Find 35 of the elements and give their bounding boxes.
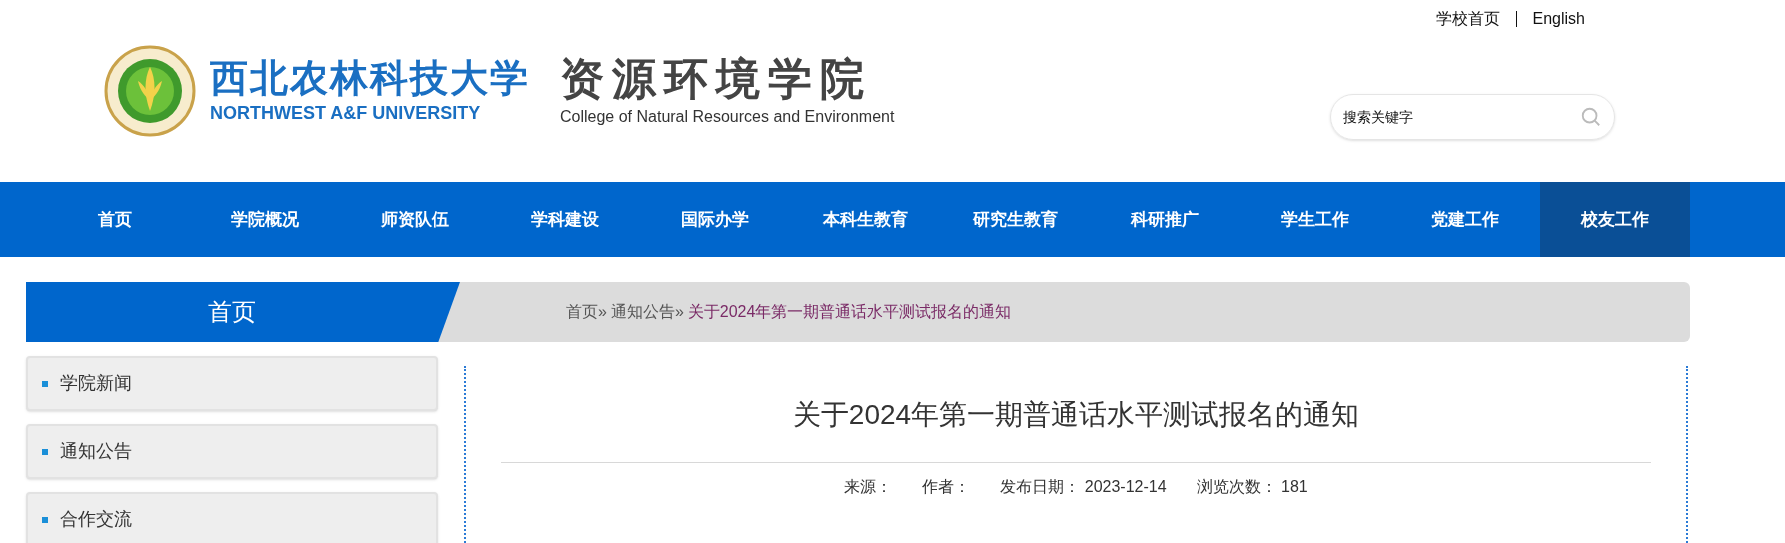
bullet-icon — [42, 380, 48, 387]
section-title-banner: 首页 — [26, 282, 460, 342]
nav-tab[interactable]: 本科生教育 — [790, 182, 940, 257]
bullet-icon — [42, 516, 48, 523]
nav-tab[interactable]: 学科建设 — [490, 182, 640, 257]
article-meta: 来源： — [844, 477, 893, 497]
sidebar-item[interactable]: 合作交流 — [26, 492, 438, 543]
breadcrumb-current[interactable]: 关于2024年第一期普通话水平测试报名的通知 — [687, 300, 1012, 324]
search-icon[interactable] — [1580, 106, 1603, 128]
nav-tab[interactable]: 科研推广 — [1090, 182, 1240, 257]
sidebar-item[interactable]: 学院新闻 — [26, 356, 438, 411]
nav-tab[interactable]: 师资队伍 — [340, 182, 490, 257]
college-chinese-name: 资源环境学院 — [560, 53, 873, 105]
article-meta: 浏览次数： 181 — [1196, 477, 1308, 497]
english-link[interactable]: English — [1532, 7, 1585, 31]
nav-tab[interactable]: 校友工作 — [1540, 182, 1690, 257]
nav-tab[interactable]: 党建工作 — [1390, 182, 1540, 257]
nav-tab[interactable]: 学院概况 — [190, 182, 340, 257]
article-meta: 作者： — [922, 477, 971, 497]
breadcrumb-link[interactable]: 通知公告» — [610, 300, 684, 324]
article-title: 关于2024年第一期普通话水平测试报名的通知 — [792, 398, 1360, 432]
nav-tab[interactable]: 研究生教育 — [940, 182, 1090, 257]
breadcrumb-link[interactable]: 首页» — [566, 300, 607, 324]
university-english-name: NORTHWEST A&F UNIVERSITY — [210, 101, 482, 125]
article-meta: 发布日期： 2023-12-14 — [1000, 477, 1167, 497]
bullet-icon — [42, 448, 48, 455]
nav-tab[interactable]: 首页 — [40, 182, 190, 257]
nav-tab[interactable]: 学生工作 — [1240, 182, 1390, 257]
school-home-link[interactable]: 学校首页 — [1435, 7, 1500, 31]
search-input[interactable]: 搜索关键字 — [1343, 106, 1581, 128]
college-english-name: College of Natural Resources and Environment — [560, 107, 895, 127]
sidebar-item[interactable]: 通知公告 — [26, 424, 438, 479]
nav-tab[interactable]: 国际办学 — [640, 182, 790, 257]
university-emblem-icon — [104, 45, 196, 137]
university-chinese-name: 西北农林科技大学 — [210, 55, 530, 100]
